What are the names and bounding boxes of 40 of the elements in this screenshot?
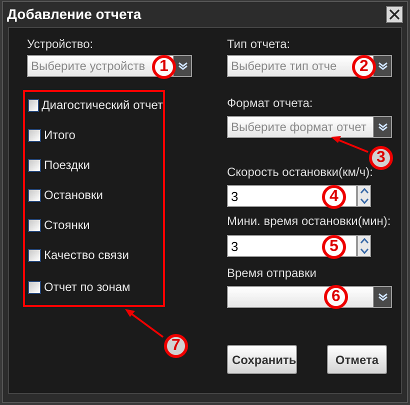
- checkbox[interactable]: [28, 98, 39, 112]
- checkbox-label: Поездки: [44, 157, 90, 174]
- dropdown-button[interactable]: [373, 287, 391, 307]
- dropdown-placeholder: Выберите формат отчет: [231, 119, 366, 136]
- chevron-down-icon: [378, 62, 388, 70]
- checkbox[interactable]: [28, 158, 41, 172]
- spin-buttons[interactable]: [357, 185, 371, 207]
- window-title: Добавление отчета: [7, 5, 142, 24]
- checkbox-label: Итого: [44, 127, 76, 144]
- cancel-button[interactable]: Отмета: [327, 345, 387, 374]
- save-button[interactable]: Сохранить: [227, 345, 297, 374]
- annotation-arrow: [331, 136, 368, 153]
- checkbox-label: Отчет по зонам: [44, 279, 130, 296]
- dropdown-button[interactable]: [173, 56, 191, 76]
- checkbox-label: Стоянки: [44, 217, 90, 234]
- field-label: Мини. время остановки(мин):: [227, 213, 392, 229]
- field-label: Тип отчета:: [227, 36, 292, 52]
- field-label: Формат отчета:: [227, 95, 314, 111]
- checkbox[interactable]: [28, 128, 41, 142]
- spin-buttons[interactable]: [357, 235, 371, 257]
- checkbox-label: Диагостический отчет: [42, 97, 163, 114]
- checkbox[interactable]: [28, 218, 41, 232]
- field-label: Устройство:: [27, 36, 94, 52]
- close-icon: [389, 9, 400, 20]
- checkbox-label: Остановки: [44, 187, 103, 204]
- checkbox[interactable]: [28, 188, 41, 202]
- dropdown-placeholder: Выберите устройств: [31, 58, 146, 75]
- close-button[interactable]: [386, 6, 403, 23]
- annotation-arrow: [125, 309, 164, 338]
- checkbox[interactable]: [28, 248, 41, 262]
- checkbox-label: Качество связи: [44, 247, 130, 264]
- chevron-down-icon: [178, 62, 188, 70]
- dropdown-placeholder: Выберите тип отче: [231, 58, 337, 75]
- chevron-down-icon: [378, 123, 388, 131]
- dropdown[interactable]: [227, 286, 392, 308]
- field-label: Время отправки: [227, 265, 318, 281]
- dropdown-button[interactable]: [373, 117, 391, 137]
- chevron-down-icon: [378, 293, 388, 301]
- checkbox[interactable]: [28, 280, 41, 294]
- dropdown-button[interactable]: [373, 56, 391, 76]
